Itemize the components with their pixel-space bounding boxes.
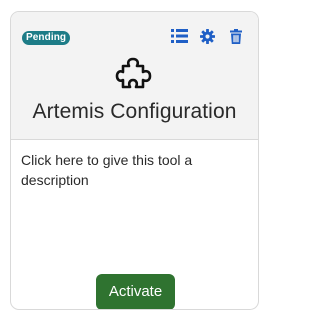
trash-icon — [229, 28, 242, 44]
list-button[interactable] — [171, 28, 188, 44]
tool-card: Pending Artemis Configuration Click here… — [10, 11, 259, 310]
list-icon — [171, 29, 188, 43]
tool-name: Artemis Configuration — [32, 100, 237, 123]
puzzle-piece-icon — [115, 57, 152, 89]
settings-button[interactable] — [199, 28, 216, 44]
activate-button[interactable]: Activate — [96, 274, 175, 309]
status-badge: Pending — [22, 31, 71, 45]
delete-button[interactable] — [227, 28, 244, 44]
gear-icon — [200, 28, 215, 44]
tool-card-toolbar — [171, 28, 244, 44]
tool-card-header: Pending Artemis Configuration — [11, 12, 258, 140]
tool-description[interactable]: Click here to give this tool a descripti… — [21, 150, 245, 190]
